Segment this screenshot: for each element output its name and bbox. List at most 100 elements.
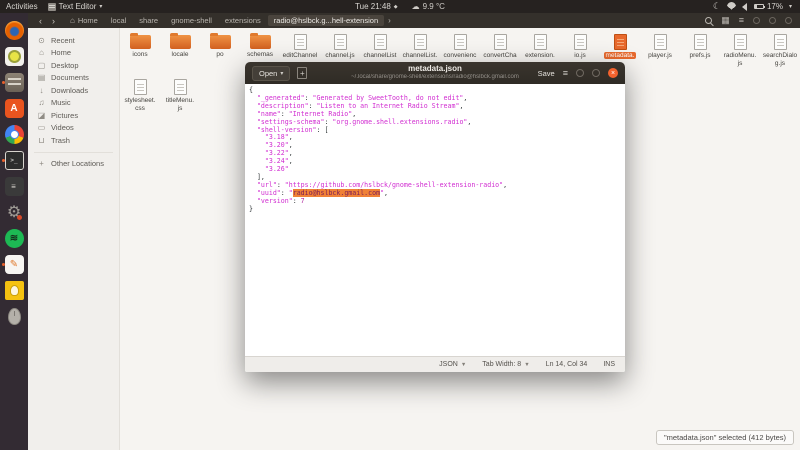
file-item-locale[interactable]: locale: [160, 31, 200, 67]
notification-dot-icon: ◆: [393, 3, 398, 10]
documents-icon: ▤: [37, 73, 46, 83]
chrome-icon: [4, 125, 24, 144]
sidebar-items: ⊙ Recent ⌂ Home ▢ Desktop ▤ Documents ↓ Downloads…: [28, 34, 119, 147]
selection-status-popup: "metadata.json" selected (412 bytes): [655, 430, 794, 445]
sidebar-item-pictures[interactable]: ◪ Pictures: [28, 109, 119, 122]
gedit-headerbar[interactable]: Open ▾ + metadata.json ~/.local/share/gn…: [245, 62, 625, 84]
settings-dock-icon[interactable]: ⚙: [3, 202, 25, 223]
terminal-dock-icon[interactable]: >_: [2, 150, 25, 171]
breadcrumb-share[interactable]: share: [133, 15, 164, 26]
notes-dock-icon[interactable]: [3, 280, 25, 301]
tab-width-selector[interactable]: Tab Width: 8 ▼: [482, 361, 529, 368]
battery-indicator: 17%: [753, 2, 783, 11]
close-button[interactable]: ×: [608, 68, 618, 78]
file-icon: [493, 34, 507, 50]
spotify-dock-icon[interactable]: ≋: [3, 228, 25, 249]
code-line: }: [249, 204, 253, 213]
gedit-window: Open ▾ + metadata.json ~/.local/share/gn…: [245, 62, 625, 372]
sidebar-item-home[interactable]: ⌂ Home: [28, 47, 119, 60]
sidebar-item-recent[interactable]: ⊙ Recent: [28, 34, 119, 47]
firefox-icon: [4, 21, 24, 40]
file-row-2: stylesheet. css titleMenu. js: [120, 76, 200, 112]
file-icon: [653, 34, 667, 50]
file-icon: [773, 34, 787, 50]
file-item-prefs-js[interactable]: prefs.js: [680, 31, 720, 67]
search-icon[interactable]: [705, 17, 713, 24]
sidebar-item-trash[interactable]: ⊔ Trash: [28, 134, 119, 147]
breadcrumb-home[interactable]: ⌂ Home: [64, 15, 104, 26]
desktop-icon: ▢: [37, 60, 46, 70]
maximize-button[interactable]: [592, 69, 600, 77]
new-document-icon[interactable]: +: [297, 67, 308, 79]
close-button[interactable]: [785, 17, 792, 24]
file-item-searchdialo[interactable]: searchDialo g.js: [760, 31, 800, 67]
chevron-down-icon: ▼: [460, 361, 467, 368]
spotify-icon: ≋: [4, 229, 24, 248]
videos-icon: ▭: [37, 123, 46, 133]
sidebar-item-documents[interactable]: ▤ Documents: [28, 72, 119, 85]
chrome-dock-icon[interactable]: [3, 124, 25, 145]
sidebar-item-desktop[interactable]: ▢ Desktop: [28, 59, 119, 72]
battery-percent: 17%: [766, 2, 783, 11]
minimize-button[interactable]: [576, 69, 584, 77]
chevron-down-icon: ▾: [788, 4, 792, 10]
save-button[interactable]: Save: [538, 69, 555, 78]
file-item-radiomenu-[interactable]: radioMenu. js: [720, 31, 760, 67]
back-button[interactable]: ‹: [34, 16, 47, 26]
cursor-position[interactable]: Ln 14, Col 34: [546, 361, 588, 368]
chevron-down-icon: ▾: [99, 4, 103, 10]
mouse-device-dock-icon[interactable]: [3, 306, 25, 327]
media-player-icon: ≡: [4, 177, 24, 196]
sidebar-item-downloads[interactable]: ↓ Downloads: [28, 84, 119, 97]
files-icon: [4, 73, 24, 92]
ubuntu-software-dock-icon[interactable]: A: [3, 98, 25, 119]
firefox-dock-icon[interactable]: [3, 20, 25, 41]
media-player-dock-icon[interactable]: ≡: [3, 176, 25, 197]
folder-icon: [249, 33, 271, 49]
breadcrumb-extensions[interactable]: extensions: [219, 15, 267, 26]
app-menu[interactable]: Text Editor ▾: [47, 2, 103, 11]
text-editor-dock-icon[interactable]: ✎: [2, 254, 25, 275]
breadcrumb-radio-hslbck-g-hell-extension[interactable]: radio@hslbck.g...hell-extension: [267, 15, 385, 26]
sidebar-item-music[interactable]: ♫ Music: [28, 97, 119, 110]
sidebar-item-videos[interactable]: ▭ Videos: [28, 122, 119, 135]
notes-icon: [4, 281, 24, 300]
files-dock-icon[interactable]: [2, 72, 25, 93]
home-icon: ⌂: [39, 48, 44, 58]
activities-button[interactable]: Activities: [6, 2, 38, 11]
open-button[interactable]: Open ▾: [252, 65, 291, 81]
clock-menu[interactable]: Tue 21:48 ◆: [355, 2, 398, 11]
folder-icon: [169, 33, 191, 49]
editor-text-area[interactable]: { "_generated": "Generated by SweetTooth…: [245, 84, 625, 356]
sidebar-item-other-locations[interactable]: + Other Locations: [28, 158, 119, 171]
recent-icon: ⊙: [38, 35, 45, 45]
file-item-icons[interactable]: icons: [120, 31, 160, 67]
file-icon: [613, 34, 627, 50]
breadcrumb-local[interactable]: local: [105, 15, 132, 26]
dock: A >_ ≡ ⚙ ≋ ✎: [0, 13, 28, 450]
hamburger-menu-icon[interactable]: ≡: [739, 16, 744, 25]
forward-button[interactable]: ›: [47, 16, 60, 26]
minimize-button[interactable]: [753, 17, 760, 24]
code-line: "shell-version": [: [256, 125, 329, 134]
breadcrumb-gnome-shell[interactable]: gnome-shell: [165, 15, 218, 26]
folder-icon: [209, 33, 231, 49]
file-item-titlemenu-[interactable]: titleMenu. js: [160, 76, 200, 112]
view-grid-icon[interactable]: ▦: [721, 16, 730, 25]
breadcrumb-expand-icon[interactable]: ›: [385, 16, 394, 25]
file-item-po[interactable]: po: [200, 31, 240, 67]
file-item-stylesheet-[interactable]: stylesheet. css: [120, 76, 160, 112]
ubuntu-software-icon: A: [4, 99, 24, 118]
night-light-icon: ☾: [712, 1, 721, 11]
code-line: "3.20",: [264, 141, 293, 150]
file-item-player-js[interactable]: player.js: [640, 31, 680, 67]
breadcrumb: ⌂ Home local share gnome-shell extensions radi…: [64, 15, 394, 26]
language-selector[interactable]: JSON ▼: [439, 361, 466, 368]
maximize-button[interactable]: [769, 17, 776, 24]
hamburger-menu-icon[interactable]: ≡: [563, 68, 568, 78]
settings-icon: ⚙: [5, 203, 24, 222]
screenshot-tool-dock-icon[interactable]: [3, 46, 25, 67]
file-icon: [693, 34, 707, 50]
folder-icon: [129, 33, 151, 49]
system-tray[interactable]: ☾ 17% ▾: [713, 2, 800, 11]
